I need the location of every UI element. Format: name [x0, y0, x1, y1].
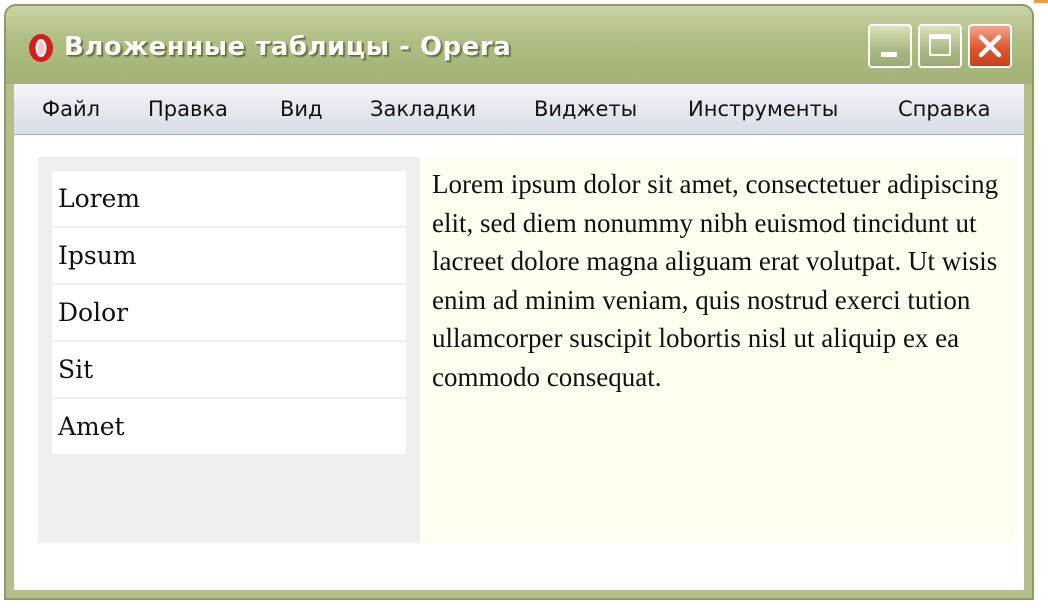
nested-table-row: Lorem	[52, 171, 406, 226]
opera-logo-icon	[29, 34, 53, 62]
window-title: Вложенные таблицы - Opera	[64, 32, 512, 62]
nested-table-row: Amet	[52, 399, 406, 454]
close-button[interactable]	[968, 24, 1012, 68]
page-content: Lorem Ipsum Dolor Sit Amet Lorem ipsum d…	[14, 135, 1024, 590]
title-bar[interactable]: Вложенные таблицы - Opera	[6, 6, 1032, 84]
corner-accent	[1034, 0, 1048, 14]
minimize-button[interactable]	[868, 24, 912, 68]
menu-widgets[interactable]: Виджеты	[534, 97, 637, 121]
left-cell: Lorem Ipsum Dolor Sit Amet	[38, 157, 420, 543]
menu-tools[interactable]: Инструменты	[688, 97, 838, 121]
menu-edit[interactable]: Правка	[148, 97, 228, 121]
menu-help[interactable]: Справка	[898, 97, 991, 121]
right-cell: Lorem ipsum dolor sit amet, consectetuer…	[420, 157, 1014, 543]
menu-bar: Файл Правка Вид Закладки Виджеты Инструм…	[14, 84, 1024, 135]
minimize-icon	[881, 52, 897, 57]
body-paragraph: Lorem ipsum dolor sit amet, consectetuer…	[432, 169, 999, 392]
maximize-icon	[929, 34, 951, 56]
menu-view[interactable]: Вид	[280, 97, 323, 121]
window-frame-bottom	[6, 590, 1032, 598]
menu-bookmarks[interactable]: Закладки	[370, 97, 476, 121]
close-icon	[978, 34, 1002, 58]
nested-table-row: Ipsum	[52, 228, 406, 283]
nested-table-row: Dolor	[52, 285, 406, 340]
outer-table: Lorem Ipsum Dolor Sit Amet Lorem ipsum d…	[38, 157, 1014, 543]
nested-table-row: Sit	[52, 342, 406, 397]
browser-window: Вложенные таблицы - Opera Файл Правка Ви…	[4, 4, 1034, 600]
menu-file[interactable]: Файл	[42, 97, 100, 121]
maximize-button[interactable]	[918, 24, 962, 68]
